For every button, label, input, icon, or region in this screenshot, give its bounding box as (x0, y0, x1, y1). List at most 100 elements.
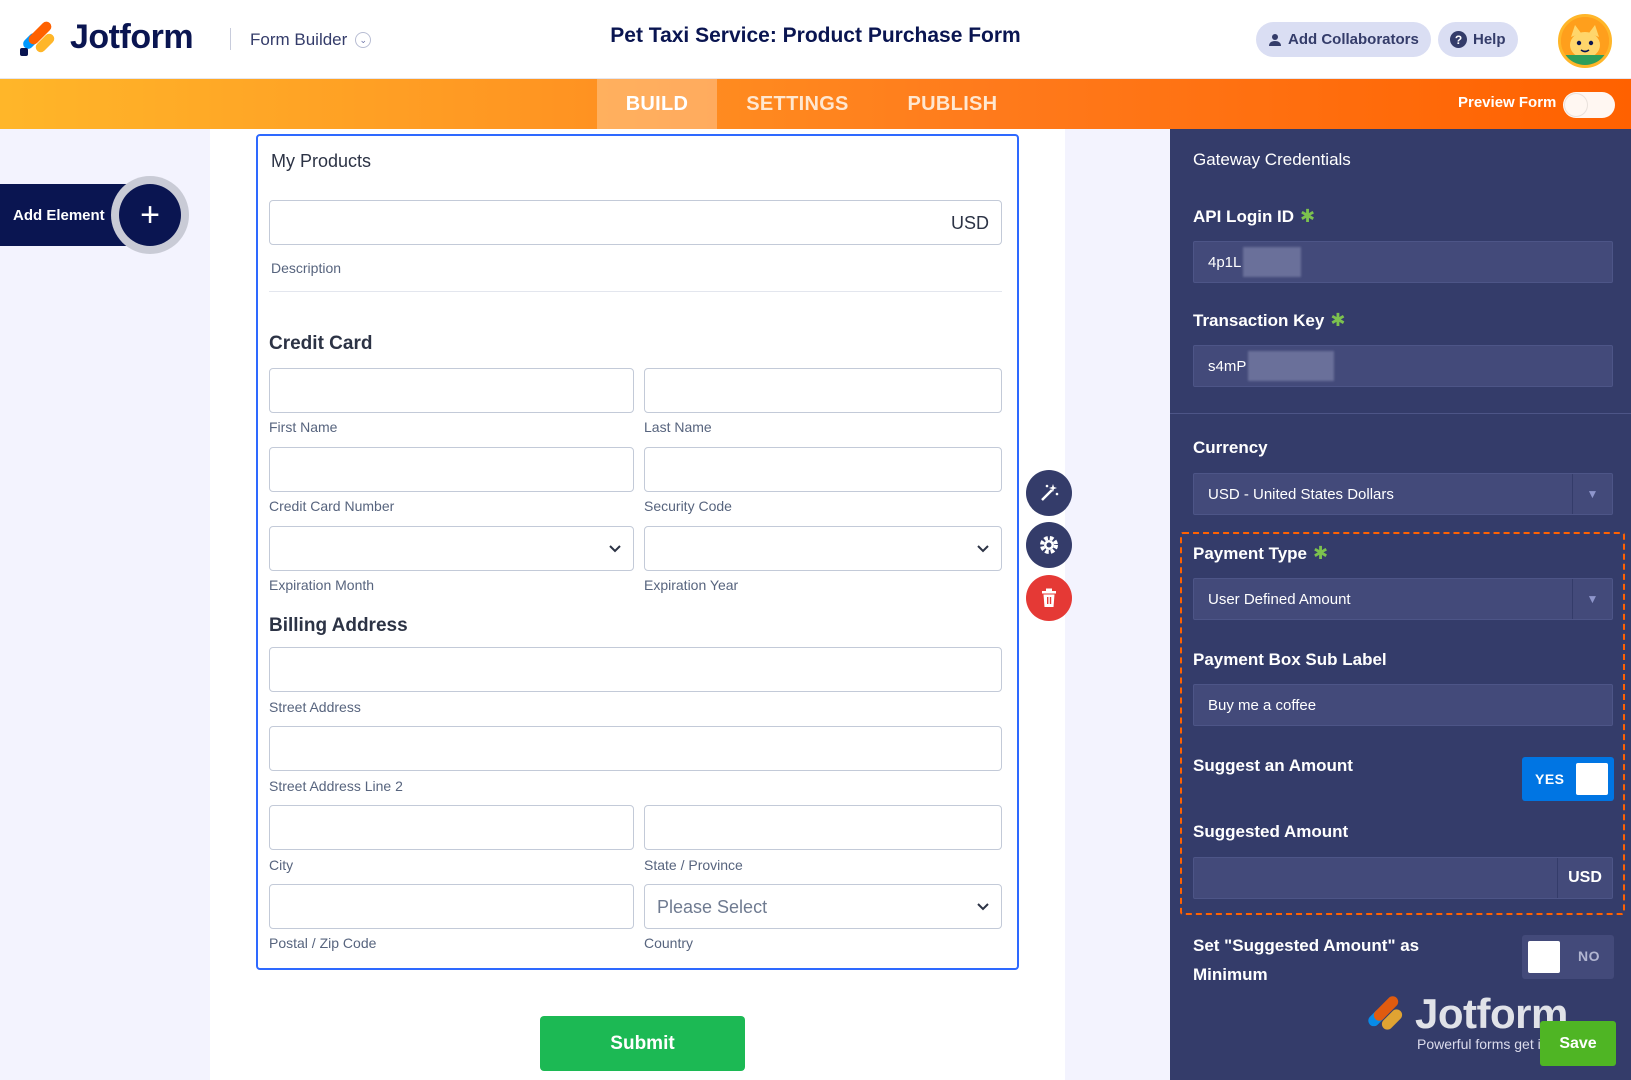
sub-label-label: Payment Box Sub Label (1193, 650, 1387, 669)
last-name-input[interactable] (644, 368, 1002, 413)
form-title[interactable]: Pet Taxi Service: Product Purchase Form (610, 24, 1020, 47)
minimum-toggle[interactable]: NO (1522, 935, 1614, 979)
help-button[interactable]: ? Help (1438, 22, 1518, 57)
required-star-icon: ✱ (1330, 310, 1346, 330)
amount-input[interactable]: USD (269, 200, 1002, 245)
form-builder-label: Form Builder (250, 30, 348, 49)
transaction-key-label: Transaction Key ✱ (1193, 310, 1346, 330)
country-placeholder: Please Select (657, 897, 768, 917)
currency-select[interactable]: USD - United States Dollars ▼ (1193, 473, 1613, 515)
add-element-plus[interactable]: + (111, 176, 189, 254)
submit-button[interactable]: Submit (540, 1016, 745, 1071)
divider (230, 28, 231, 50)
suggest-amount-toggle[interactable]: YES (1522, 757, 1614, 801)
city-label: City (269, 857, 294, 873)
billing-title: Billing Address (269, 615, 408, 636)
toggle-yes-label: YES (1535, 771, 1565, 787)
street-input[interactable] (269, 647, 1002, 692)
divider (1170, 413, 1631, 414)
security-code-label: Security Code (644, 498, 732, 514)
jotform-logo[interactable]: Jotform (20, 18, 194, 57)
first-name-input[interactable] (269, 368, 634, 413)
chevron-down-icon (977, 545, 989, 553)
card-number-label: Credit Card Number (269, 498, 395, 514)
payment-type-select[interactable]: User Defined Amount ▼ (1193, 578, 1613, 620)
transaction-key-input[interactable]: s4mP (1193, 345, 1613, 387)
tab-settings[interactable]: SETTINGS (735, 79, 860, 129)
plus-icon: + (119, 184, 181, 246)
expiration-month-select[interactable] (269, 526, 634, 571)
avatar[interactable] (1558, 14, 1612, 68)
preview-form-toggle[interactable] (1563, 92, 1615, 118)
payment-type-label: Payment Type ✱ (1193, 543, 1329, 563)
top-header: Jotform Form Builder ⌄ Pet Taxi Service:… (0, 0, 1631, 79)
builder-tabbar: BUILD SETTINGS PUBLISH (0, 79, 1631, 129)
card-number-input[interactable] (269, 447, 634, 492)
suggested-amount-input[interactable]: USD (1193, 857, 1613, 899)
tab-publish[interactable]: PUBLISH (895, 79, 1010, 129)
exp-year-label: Expiration Year (644, 577, 739, 593)
settings-button[interactable] (1026, 522, 1072, 568)
country-label: Country (644, 935, 694, 951)
add-element-button[interactable]: Add Element + (0, 176, 189, 254)
toggle-knob (1576, 763, 1608, 795)
city-input[interactable] (269, 805, 634, 850)
street2-label: Street Address Line 2 (269, 778, 403, 794)
avatar-cat-icon (1561, 17, 1609, 65)
last-name-label: Last Name (644, 419, 712, 435)
jotform-watermark: Jotform (1365, 990, 1568, 1038)
required-star-icon: ✱ (1313, 543, 1329, 563)
suggested-amount-label: Suggested Amount (1193, 822, 1349, 841)
toggle-no-label: NO (1578, 948, 1600, 964)
security-code-input[interactable] (644, 447, 1002, 492)
help-icon: ? (1450, 31, 1467, 48)
add-element-label: Add Element (13, 206, 105, 224)
svg-text:?: ? (1455, 33, 1462, 47)
expiration-year-select[interactable] (644, 526, 1002, 571)
form-builder-dropdown[interactable]: Form Builder ⌄ (250, 30, 372, 50)
chevron-down-icon (977, 903, 989, 911)
preview-form-label: Preview Form (1458, 94, 1557, 111)
exp-month-label: Expiration Month (269, 577, 375, 593)
wand-button[interactable] (1026, 470, 1072, 516)
postal-input[interactable] (269, 884, 634, 929)
triangle-down-icon: ▼ (1572, 579, 1612, 619)
user-icon (1269, 33, 1281, 46)
save-button[interactable]: Save (1540, 1021, 1616, 1066)
tab-build[interactable]: BUILD (597, 79, 717, 129)
magic-wand-icon (1041, 484, 1059, 501)
sub-label-value: Buy me a coffee (1208, 696, 1317, 714)
toggle-knob (1528, 941, 1560, 973)
gear-icon (1040, 536, 1058, 554)
gateway-credentials-title: Gateway Credentials (1193, 150, 1351, 169)
first-name-label: First Name (269, 419, 338, 435)
chevron-down-icon (609, 545, 621, 553)
masked-value (1243, 247, 1302, 277)
api-login-input[interactable]: 4p1L (1193, 241, 1613, 283)
country-select[interactable]: Please Select (644, 884, 1002, 929)
transaction-key-value: s4mP (1208, 357, 1247, 375)
api-login-label: API Login ID ✱ (1193, 206, 1316, 226)
amount-currency: USD (950, 213, 989, 233)
trash-icon (1042, 588, 1056, 607)
delete-button[interactable] (1026, 575, 1072, 621)
toggle-knob (1565, 94, 1587, 116)
products-title: My Products (271, 151, 372, 171)
logo-text: Jotform (70, 18, 194, 56)
sub-label-input[interactable]: Buy me a coffee (1193, 684, 1613, 726)
description-label: Description (271, 260, 342, 276)
masked-value (1248, 351, 1335, 381)
state-input[interactable] (644, 805, 1002, 850)
payment-field-selected[interactable]: My Products USD Description Credit Card … (256, 134, 1019, 970)
add-collaborators-button[interactable]: Add Collaborators (1256, 22, 1431, 57)
jotform-logo-icon (20, 19, 57, 56)
street2-input[interactable] (269, 726, 1002, 771)
api-login-value: 4p1L (1208, 253, 1242, 271)
triangle-down-icon: ▼ (1572, 474, 1612, 514)
credit-card-title: Credit Card (269, 333, 373, 354)
currency-value: USD - United States Dollars (1208, 485, 1394, 503)
add-collaborators-label: Add Collaborators (1288, 31, 1419, 48)
minimum-label: Set "Suggested Amount" as Minimum (1193, 936, 1420, 984)
jotform-logo-icon (1365, 994, 1405, 1034)
suggested-currency: USD (1557, 858, 1612, 898)
